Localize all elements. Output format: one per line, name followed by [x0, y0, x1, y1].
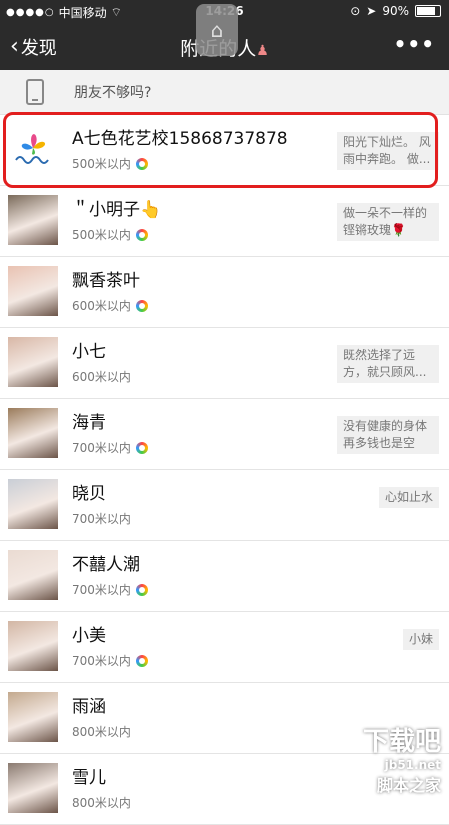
avatar: [8, 337, 58, 387]
avatar: [8, 479, 58, 529]
distance-label: 700米以内: [72, 583, 131, 597]
person-name: 小美: [72, 626, 106, 646]
distance-label: 600米以内: [72, 370, 131, 384]
distance-label: 700米以内: [72, 512, 131, 526]
signature-bubble: 阳光下灿烂。 风雨中奔跑。 做...: [337, 132, 439, 170]
person-name: 小七: [72, 342, 106, 362]
distance-row: 800米以内: [72, 794, 131, 811]
watermark-line2: jb51.net: [384, 758, 441, 772]
logo-image: [8, 124, 58, 174]
person-name: 飘香茶叶: [72, 271, 140, 291]
avatar-photo: [8, 266, 58, 316]
distance-row: 500米以内: [72, 155, 148, 172]
person-name: ＂小明子👆: [72, 200, 162, 220]
status-right: ⊙ ➤ 90%: [350, 4, 441, 18]
avatar-photo: [8, 692, 58, 742]
home-button[interactable]: ⌂: [196, 4, 238, 56]
person-name: 不囍人潮: [72, 555, 140, 575]
avatar: [8, 408, 58, 458]
person-name: A七色花艺校15868737878: [72, 129, 288, 149]
distance-label: 500米以内: [72, 157, 131, 171]
more-options-button[interactable]: •••: [394, 32, 435, 56]
list-item[interactable]: ＂小明子👆 500米以内 做一朵不一样的铿锵玫瑰🌹: [0, 186, 449, 257]
friends-prompt-bar[interactable]: 朋友不够吗?: [0, 70, 449, 115]
signature-bubble: 小妹: [402, 629, 439, 650]
avatar: [8, 124, 58, 174]
watermark: 下载吧 jb51.net 脚本之家: [363, 721, 441, 796]
moments-ring-icon: [135, 157, 148, 170]
signature-bubble: 做一朵不一样的铿锵玫瑰🌹: [337, 203, 439, 241]
signature-bubble: 既然选择了远方，就只顾风...: [337, 345, 439, 383]
moments-ring-icon: [135, 228, 148, 241]
moments-ring-icon: [135, 441, 148, 454]
list-item[interactable]: 晓贝 700米以内 心如止水: [0, 470, 449, 541]
friends-prompt-label: 朋友不够吗?: [74, 85, 152, 101]
avatar: [8, 621, 58, 671]
distance-label: 700米以内: [72, 441, 131, 455]
watermark-line3: 脚本之家: [376, 776, 441, 795]
distance-label: 500米以内: [72, 228, 131, 242]
distance-row: 600米以内: [72, 368, 131, 385]
signature-bubble: 心如止水: [378, 487, 439, 508]
avatar-photo: [8, 479, 58, 529]
list-item[interactable]: A七色花艺校15868737878 500米以内 阳光下灿烂。 风雨中奔跑。 做..…: [0, 115, 449, 186]
watermark-line1: 下载吧: [362, 727, 441, 757]
avatar-photo: [8, 550, 58, 600]
lock-rotation-icon: ⊙: [350, 4, 361, 18]
avatar: [8, 692, 58, 742]
person-name: 雨涵: [72, 697, 106, 717]
moments-ring-icon: [135, 583, 148, 596]
list-item[interactable]: 小七 600米以内 既然选择了远方，就只顾风...: [0, 328, 449, 399]
person-name: 海青: [72, 413, 106, 433]
distance-row: 700米以内: [72, 652, 148, 669]
person-name: 晓贝: [72, 484, 106, 504]
avatar-photo: [8, 337, 58, 387]
moments-ring-icon: [135, 654, 148, 667]
avatar: [8, 266, 58, 316]
distance-row: 700米以内: [72, 581, 148, 598]
moments-ring-icon: [135, 299, 148, 312]
avatar: [8, 195, 58, 245]
distance-label: 600米以内: [72, 299, 131, 313]
distance-label: 800米以内: [72, 796, 131, 810]
list-item[interactable]: 不囍人潮 700米以内: [0, 541, 449, 612]
distance-row: 700米以内: [72, 510, 131, 527]
person-icon: ♟: [256, 43, 269, 59]
battery-percent: 90%: [382, 4, 409, 18]
distance-label: 700米以内: [72, 654, 131, 668]
list-item[interactable]: 飘香茶叶 600米以内: [0, 257, 449, 328]
avatar-photo: [8, 763, 58, 813]
list-item[interactable]: 小美 700米以内 小妹: [0, 612, 449, 683]
avatar-photo: [8, 621, 58, 671]
distance-row: 500米以内: [72, 226, 148, 243]
person-name: 雪儿: [72, 768, 106, 788]
avatar-photo: [8, 408, 58, 458]
distance-row: 700米以内: [72, 439, 148, 456]
avatar-photo: [8, 195, 58, 245]
phone-icon: [26, 79, 44, 105]
distance-row: 600米以内: [72, 297, 148, 314]
distance-label: 800米以内: [72, 725, 131, 739]
distance-row: 800米以内: [72, 723, 131, 740]
list-item[interactable]: 海青 700米以内 没有健康的身体再多钱也是空: [0, 399, 449, 470]
battery-icon: [415, 5, 441, 17]
signature-bubble: 没有健康的身体再多钱也是空: [337, 416, 439, 454]
avatar: [8, 550, 58, 600]
location-arrow-icon: ➤: [366, 4, 377, 18]
home-icon: ⌂: [210, 18, 224, 42]
avatar: [8, 763, 58, 813]
